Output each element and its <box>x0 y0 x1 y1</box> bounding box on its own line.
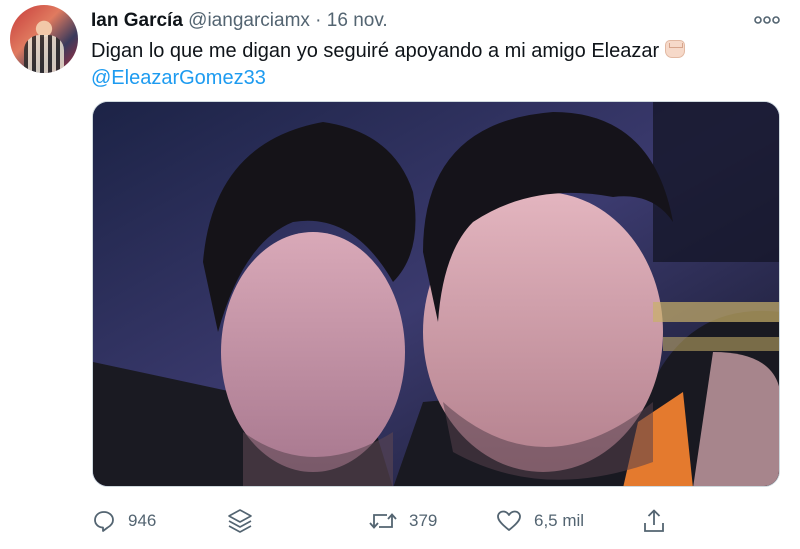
tweet-header: Ian García @iangarciamx · 16 nov. <box>91 9 388 33</box>
like-button[interactable]: 6,5 mil <box>496 505 584 537</box>
photo-illustration <box>93 102 779 486</box>
tweet-text: Digan lo que me digan yo seguiré apoyand… <box>91 38 771 92</box>
reply-icon <box>94 511 114 532</box>
tweet-date[interactable]: 16 nov. <box>327 10 388 31</box>
tweet-actions: 946 379 6,5 mil <box>92 505 692 537</box>
mention-link[interactable]: @EleazarGomez33 <box>91 67 266 89</box>
display-name[interactable]: Ian García <box>91 10 183 31</box>
reply-count: 946 <box>128 511 157 530</box>
separator-dot: · <box>315 10 322 31</box>
fist-emoji-icon <box>665 40 686 58</box>
like-count: 6,5 mil <box>534 511 585 530</box>
retweet-icon <box>369 513 397 529</box>
more-options-icon[interactable] <box>752 10 782 30</box>
share-button[interactable] <box>642 505 678 537</box>
heart-icon <box>497 510 521 531</box>
retweet-count: 379 <box>409 511 438 530</box>
layers-button[interactable] <box>226 505 266 537</box>
share-icon <box>644 509 664 532</box>
avatar[interactable] <box>10 5 78 73</box>
reply-button[interactable]: 946 <box>92 505 156 537</box>
layers-icon <box>228 509 252 533</box>
user-handle[interactable]: @iangarciamx <box>188 10 310 31</box>
tweet-photo[interactable] <box>92 101 780 487</box>
retweet-button[interactable]: 379 <box>369 505 437 537</box>
tweet-body: Digan lo que me digan yo seguiré apoyand… <box>91 40 660 62</box>
